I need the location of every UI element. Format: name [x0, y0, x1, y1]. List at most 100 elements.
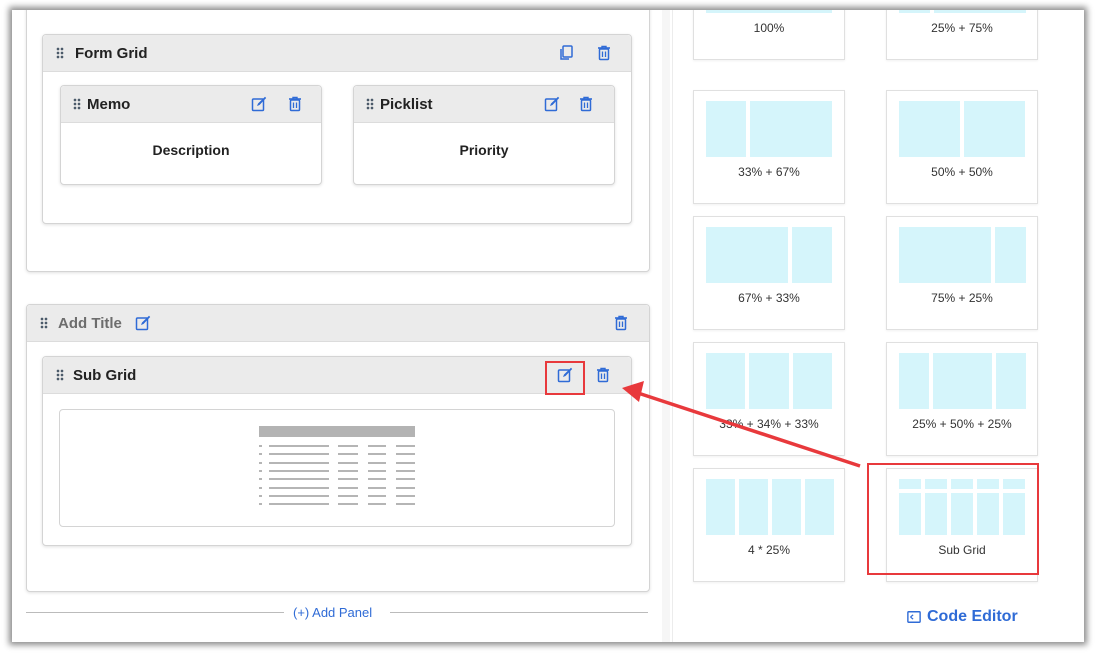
layout-option-tile[interactable]: 75% + 25% [886, 216, 1038, 330]
table-cell-line [338, 469, 358, 472]
drag-handle-icon[interactable] [56, 369, 64, 381]
edit-icon[interactable] [544, 96, 560, 112]
layout-option-label: 33% + 34% + 33% [719, 417, 819, 431]
table-cell-line [259, 486, 262, 489]
table-cell-line [396, 469, 415, 472]
table-cell-line [338, 486, 358, 489]
table-cell-line [368, 461, 386, 464]
table-cell-line [269, 461, 329, 464]
layout-option-tile[interactable]: 67% + 33% [693, 216, 845, 330]
picklist-field-header: Picklist [354, 86, 614, 123]
layout-column [899, 353, 929, 409]
drag-handle-icon[interactable] [56, 47, 64, 59]
layout-column [792, 227, 832, 283]
add-panel-link[interactable]: (+) Add Panel [293, 605, 372, 620]
drag-handle-icon[interactable] [40, 317, 48, 329]
memo-field-header: Memo [61, 86, 321, 123]
layout-option-label: 4 * 25% [747, 543, 791, 557]
table-cell-line [269, 469, 329, 472]
delete-icon[interactable] [613, 315, 629, 331]
layout-column [706, 227, 788, 283]
layout-option-tile[interactable]: 100% [693, 10, 845, 60]
sub-grid-title: Sub Grid [73, 367, 137, 384]
delete-icon[interactable] [596, 45, 612, 61]
table-cell-line [396, 494, 415, 497]
layout-column [749, 353, 789, 409]
panel-title[interactable]: Add Title [58, 315, 122, 332]
memo-field-type: Memo [87, 96, 131, 113]
picklist-field-label: Priority [459, 142, 509, 158]
table-cell-line [338, 445, 358, 447]
table-cell-line [338, 461, 358, 464]
layout-option-label: 50% + 50% [931, 165, 993, 179]
form-grid-title: Form Grid [75, 45, 148, 62]
layout-option-label: 75% + 25% [931, 291, 993, 305]
sub-grid-header: Sub Grid [43, 357, 631, 395]
table-cell-line [338, 503, 358, 506]
table-cell-line [269, 478, 329, 481]
table-cell-line [368, 494, 386, 497]
delete-icon[interactable] [595, 367, 611, 383]
layout-option-label: 25% + 50% + 25% [912, 417, 1012, 431]
layout-column [934, 10, 1026, 13]
layout-option-tile[interactable]: 33% + 67% [693, 90, 845, 204]
table-cell-line [396, 503, 415, 506]
table-cell-line [269, 494, 329, 497]
layout-option-label: 67% + 33% [738, 291, 800, 305]
edit-title-icon[interactable] [135, 315, 151, 331]
sub-grid-table-preview[interactable] [59, 409, 615, 527]
table-cell-line [396, 486, 415, 489]
layout-option-tile[interactable]: 33% + 34% + 33% [693, 342, 845, 456]
layout-column [706, 353, 745, 409]
table-cell-line [368, 486, 386, 489]
copy-icon[interactable] [558, 45, 574, 61]
layout-column [899, 101, 960, 157]
panel-divider [662, 10, 670, 642]
table-cell-line [338, 494, 358, 497]
table-cell-line [259, 461, 262, 464]
layout-column [996, 353, 1026, 409]
picklist-field-card[interactable]: Picklist Priority [353, 85, 615, 185]
layout-column [933, 353, 992, 409]
layout-option-label: 33% + 67% [738, 165, 800, 179]
code-editor-link[interactable]: Code Editor [927, 608, 1018, 626]
layout-column [772, 479, 801, 535]
table-cell-line [368, 445, 386, 447]
picklist-field-type: Picklist [380, 96, 433, 113]
edit-icon[interactable] [251, 96, 267, 112]
drag-handle-icon[interactable] [366, 98, 374, 110]
layout-options-panel: 100% 25% + 75% 33% + 67% 50% + 50% 67% + 33%… [672, 10, 1084, 642]
highlight-box [867, 463, 1039, 575]
layout-option-tile[interactable]: 50% + 50% [886, 90, 1038, 204]
add-panel-divider-left [26, 612, 284, 613]
table-cell-line [259, 469, 262, 472]
add-panel-divider-right [390, 612, 648, 613]
layout-column [706, 479, 735, 535]
table-cell-line [368, 469, 386, 472]
table-header-bar [259, 426, 415, 437]
memo-field-label: Description [152, 142, 230, 158]
highlight-box [545, 361, 585, 395]
table-cell-line [269, 486, 329, 489]
table-cell-line [269, 503, 329, 506]
delete-icon[interactable] [287, 96, 303, 112]
form-grid-header: Form Grid [43, 35, 631, 72]
layout-column [706, 101, 746, 157]
table-cell-line [396, 445, 415, 447]
table-cell-line [269, 445, 329, 447]
delete-icon[interactable] [578, 96, 594, 112]
memo-field-card[interactable]: Memo Description [60, 85, 322, 185]
table-cell-line [269, 453, 329, 456]
table-cell-line [259, 453, 262, 456]
layout-column [899, 227, 991, 283]
layout-column [995, 227, 1026, 283]
form-canvas: Form Grid Memo Description Picklist Prio… [12, 10, 660, 642]
drag-handle-icon[interactable] [73, 98, 81, 110]
code-editor-icon[interactable] [907, 610, 921, 624]
layout-option-tile[interactable]: 25% + 75% [886, 10, 1038, 60]
layout-option-label: 100% [753, 21, 785, 35]
layout-option-tile[interactable]: 25% + 50% + 25% [886, 342, 1038, 456]
layout-option-tile[interactable]: 4 * 25% [693, 468, 845, 582]
table-cell-line [259, 503, 262, 506]
layout-option-label: 25% + 75% [931, 21, 993, 35]
